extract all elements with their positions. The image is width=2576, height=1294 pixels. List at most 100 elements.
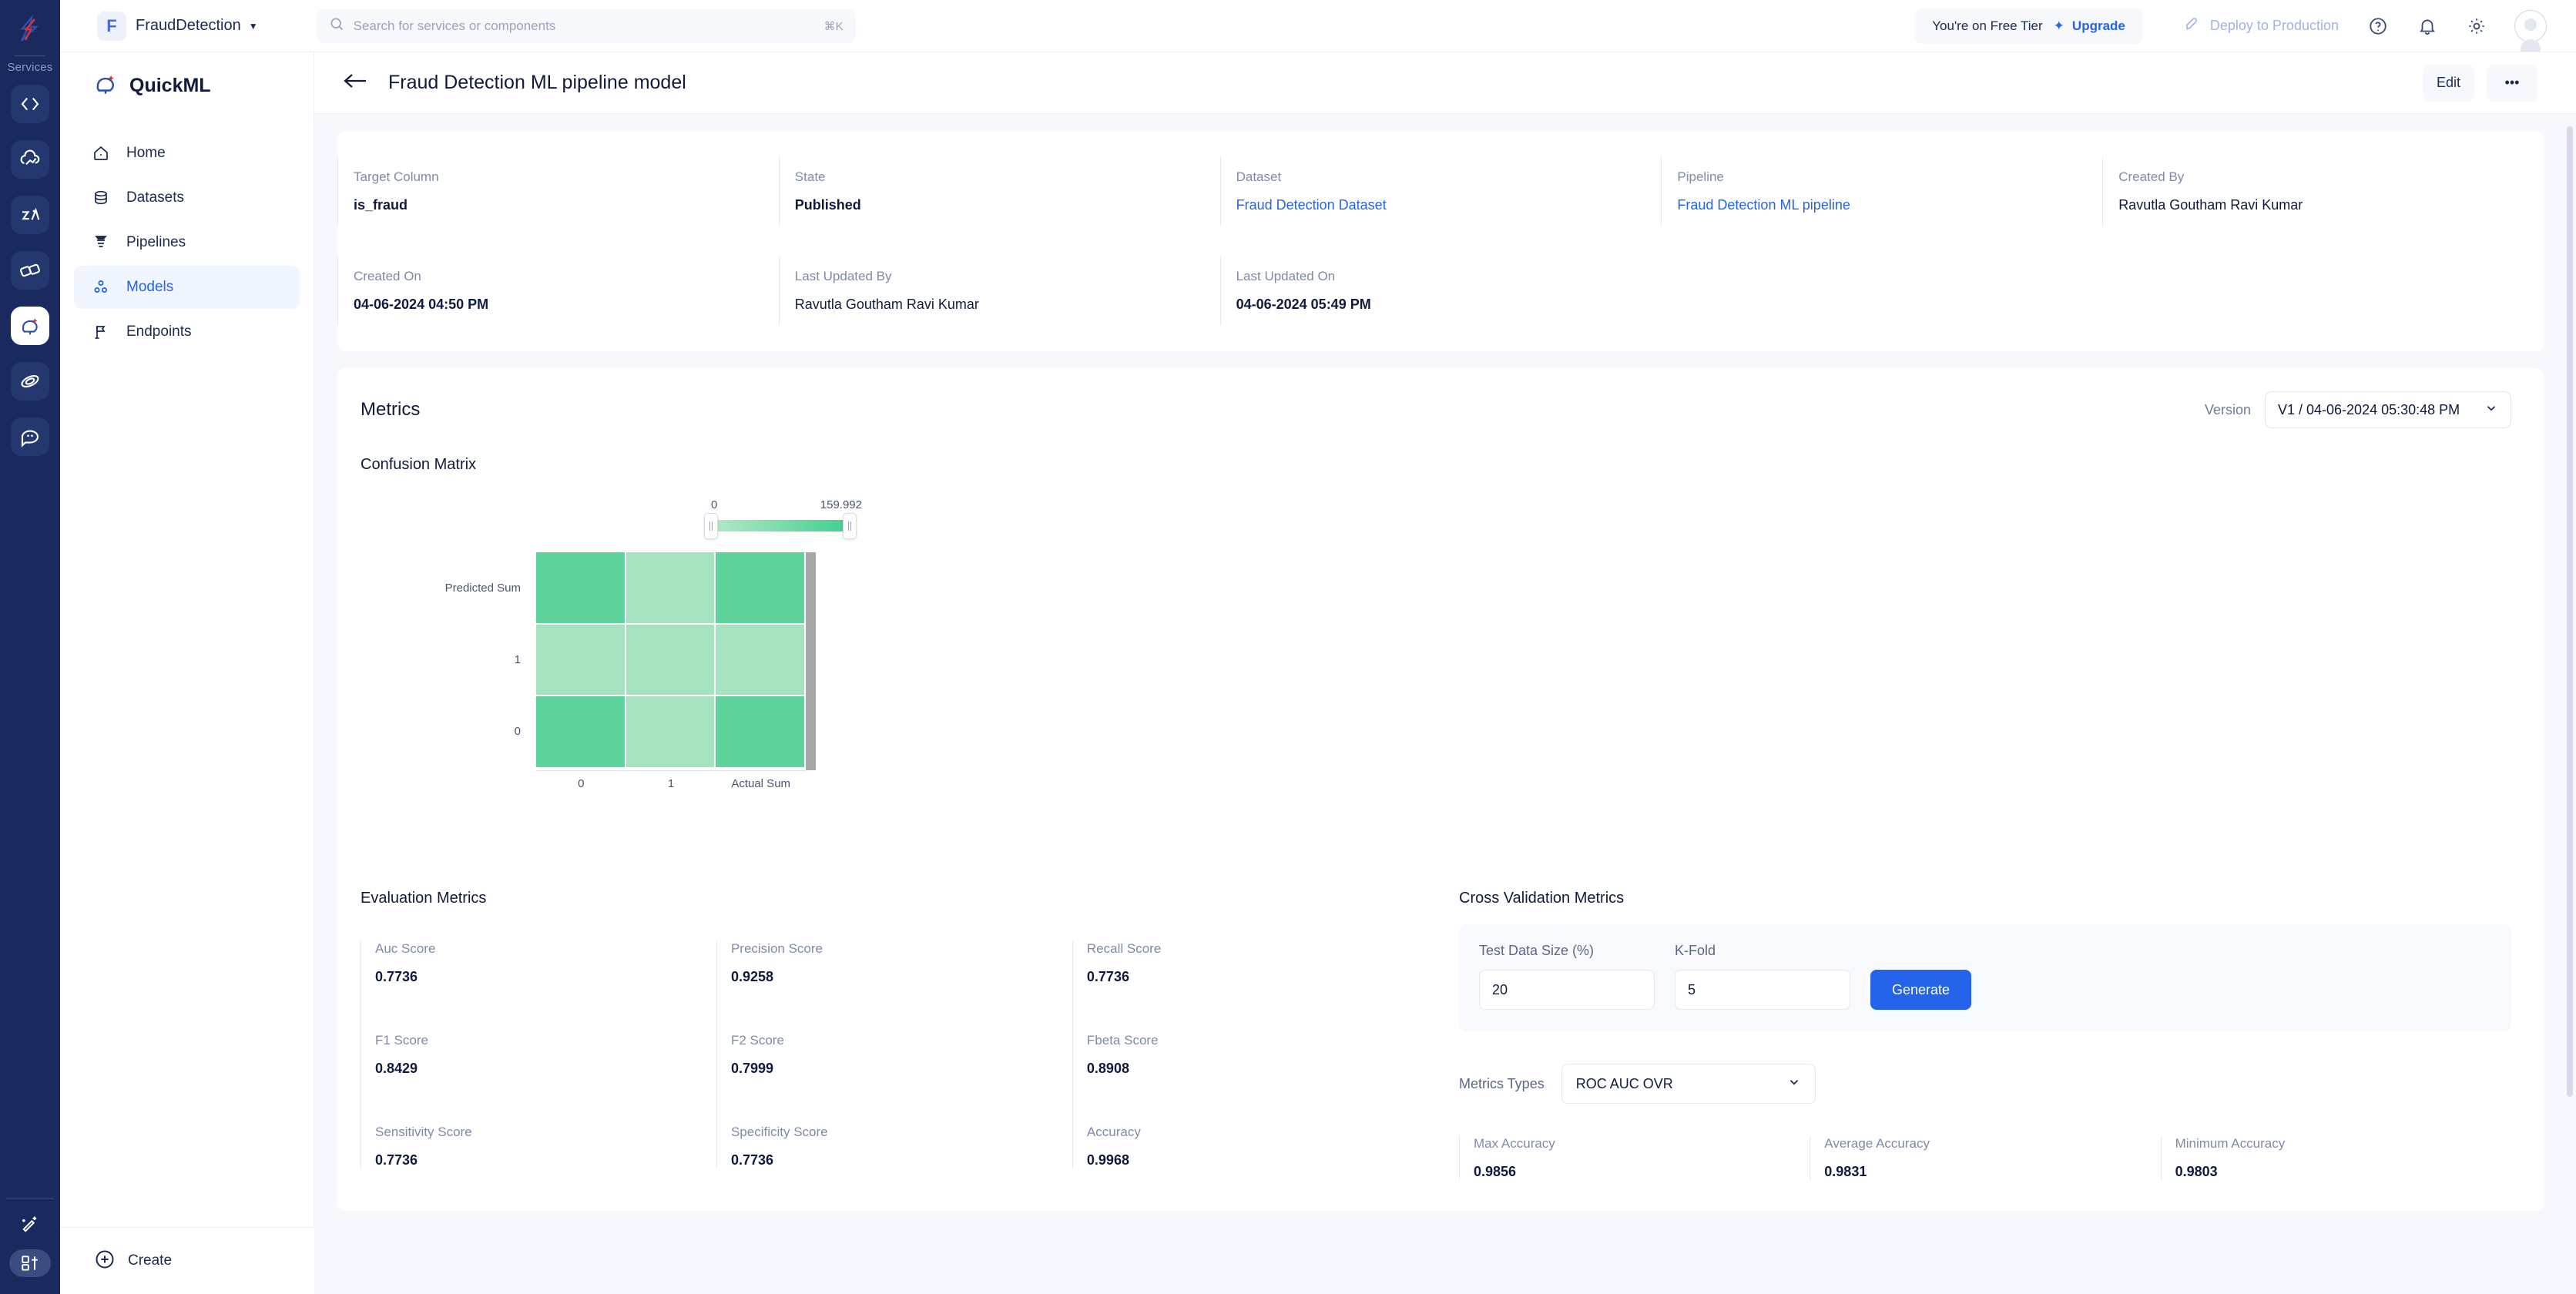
score-label: Fbeta Score [1086, 1033, 1159, 1048]
heatmap-cell[interactable] [536, 696, 625, 767]
bell-icon[interactable] [2417, 16, 2437, 36]
tier-chip[interactable]: You're on Free Tier ✦ Upgrade [1915, 8, 2142, 44]
score-recall: Recall Score 0.7736 [1072, 941, 1428, 1033]
sidebar-item-datasets[interactable]: Datasets [74, 176, 300, 220]
sparkle-icon: ✦ [2053, 18, 2064, 33]
page-title: Fraud Detection ML pipeline model [388, 72, 686, 93]
metadata-dataset: Dataset Fraud Detection Dataset [1219, 157, 1662, 226]
global-search[interactable]: Search for services or components ⌘K [316, 8, 856, 43]
colorbar-max-label: 159.992 [820, 498, 862, 511]
heatmap-cell[interactable] [626, 696, 715, 767]
colorbar-handle-max[interactable] [843, 513, 857, 539]
sidebar-item-label: Datasets [126, 189, 184, 206]
metadata-value: 04-06-2024 05:49 PM [1236, 297, 1371, 312]
score-f1: F1 Score 0.8429 [361, 1033, 716, 1125]
y-tick-label: 0 [514, 725, 521, 738]
rail-item-chat-service[interactable] [11, 417, 49, 456]
dataset-link[interactable]: Fraud Detection Dataset [1236, 197, 1662, 213]
more-options-button[interactable]: ••• [2487, 64, 2537, 102]
score-label: Auc Score [375, 941, 436, 956]
rail-services-label: Services [7, 61, 53, 74]
page-actions: Edit ••• [2422, 64, 2537, 102]
page-scrollbar[interactable] [2567, 126, 2573, 1097]
confusion-matrix-title: Confusion Matrix [361, 456, 477, 473]
generate-button[interactable]: Generate [1870, 970, 1972, 1010]
company-logo-icon[interactable] [12, 12, 48, 48]
score-value: 0.7999 [730, 1061, 774, 1076]
score-value: 0.9968 [1086, 1152, 1129, 1168]
sidebar-item-endpoints[interactable]: Endpoints [74, 310, 300, 354]
metrics-header: Metrics Version V1 / 04-06-2024 05:30:48… [361, 391, 2511, 428]
heatmap-cell[interactable] [536, 552, 625, 623]
test-data-size-field: Test Data Size (%) 20 [1479, 943, 1655, 1010]
pipeline-link[interactable]: Fraud Detection ML pipeline [1677, 197, 2102, 213]
heatmap-cell[interactable] [626, 624, 715, 696]
avatar[interactable] [2514, 9, 2547, 52]
metadata-label: State [794, 169, 826, 184]
org-switcher[interactable]: F FraudDetection ▼ [97, 11, 258, 41]
k-fold-input[interactable]: 5 [1675, 970, 1850, 1010]
sidebar-item-label: Endpoints [126, 324, 192, 340]
page-header: Fraud Detection ML pipeline model Edit •… [314, 52, 2576, 114]
heatmap-cell[interactable] [716, 552, 804, 623]
rail-item-link-service[interactable] [11, 251, 49, 290]
rail-item-quickml[interactable] [11, 307, 49, 345]
metadata-label: Last Updated On [1236, 269, 1336, 283]
score-f2: F2 Score 0.7999 [716, 1033, 1072, 1125]
sidebar-item-label: Pipelines [126, 234, 186, 250]
upgrade-link[interactable]: Upgrade [2072, 18, 2125, 34]
magic-wand-icon[interactable] [11, 1209, 49, 1240]
sidebar-item-label: Home [126, 145, 166, 161]
metadata-value: is_fraud [354, 197, 408, 213]
score-value: 0.7736 [730, 1152, 774, 1168]
colorbar-slider[interactable]: 0 159.992 [704, 498, 862, 539]
score-label: Max Accuracy [1474, 1136, 1555, 1151]
funnel-icon [91, 233, 111, 253]
metrics-columns: Evaluation Metrics Auc Score 0.7736 Prec… [361, 890, 2511, 1180]
metrics-types-label: Metrics Types [1459, 1075, 1545, 1091]
heatmap-cell[interactable] [536, 624, 625, 696]
sidebar-item-models[interactable]: Models [74, 266, 300, 309]
create-button[interactable]: Create [60, 1228, 314, 1294]
metrics-types-select[interactable]: ROC AUC OVR [1561, 1064, 1816, 1104]
heatmap-grid [536, 552, 804, 767]
score-label: Minimum Accuracy [2175, 1136, 2286, 1151]
field-label: K-Fold [1675, 943, 1716, 958]
metrics-panel: Metrics Version V1 / 04-06-2024 05:30:48… [337, 368, 2544, 1211]
score-value: 0.9831 [1824, 1164, 1867, 1179]
score-label: Sensitivity Score [375, 1125, 472, 1139]
heatmap-cell[interactable] [626, 552, 715, 623]
heatmap-cell[interactable] [716, 624, 804, 696]
sidebar-item-home[interactable]: Home [74, 132, 300, 175]
colorbar-handle-min[interactable] [704, 513, 718, 539]
rocket-icon [2184, 15, 2210, 36]
field-label: Test Data Size (%) [1479, 943, 1595, 958]
rail-item-cloud-data[interactable] [11, 140, 49, 179]
score-value: 0.7736 [1086, 969, 1129, 984]
apps-grid-icon[interactable] [9, 1249, 51, 1277]
heatmap-scrollbar[interactable] [806, 552, 816, 770]
test-data-size-input[interactable]: 20 [1479, 970, 1655, 1010]
rail-item-analytics[interactable] [11, 196, 49, 234]
database-icon [91, 188, 111, 208]
main-content: Fraud Detection ML pipeline model Edit •… [314, 52, 2576, 1294]
sidebar-item-pipelines[interactable]: Pipelines [74, 221, 300, 264]
arrow-left-icon[interactable] [342, 71, 368, 95]
models-icon [91, 277, 111, 297]
heatmap-x-axis: 0 1 Actual Sum [536, 777, 806, 790]
rail-item-code-service[interactable] [11, 85, 49, 123]
product-sidebar: QuickML Home Datasets Pipelines Models E… [60, 52, 314, 1294]
metadata-last-updated-by: Last Updated By Ravutla Goutham Ravi Kum… [778, 256, 1220, 325]
metadata-value: Published [794, 197, 861, 213]
metrics-title: Metrics [361, 399, 421, 420]
rail-item-orbit[interactable] [11, 362, 49, 401]
deploy-to-production-button[interactable]: Deploy to Production [2184, 15, 2339, 36]
heatmap-cell[interactable] [716, 696, 804, 767]
edit-button[interactable]: Edit [2422, 64, 2474, 102]
metadata-label: Last Updated By [794, 269, 892, 283]
score-value: 0.7736 [375, 1152, 418, 1168]
version-select[interactable]: V1 / 04-06-2024 05:30:48 PM [2265, 391, 2511, 428]
gear-icon[interactable] [2467, 16, 2487, 36]
score-label: Specificity Score [730, 1125, 828, 1139]
help-circle-icon[interactable] [2368, 16, 2388, 36]
